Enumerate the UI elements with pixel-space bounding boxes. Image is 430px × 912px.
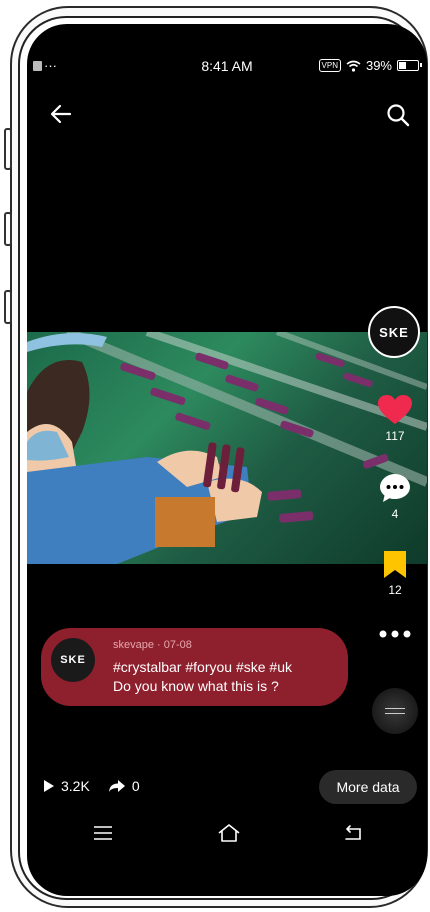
caption-avatar-logo: SKE — [60, 654, 86, 666]
play-icon — [44, 780, 54, 792]
caption-text: #crystalbar #foryou #ske #uk Do you know… — [113, 658, 292, 696]
arrow-left-icon — [50, 104, 72, 124]
music-disc[interactable] — [372, 688, 418, 734]
battery-percent: 39% — [365, 58, 392, 73]
share-count: 0 — [131, 778, 140, 794]
phone-screen: ··· 8:41 AM VPN 39% SKE 117 4 12 SKE ske… — [27, 24, 427, 896]
save-button[interactable]: 12 — [365, 550, 425, 597]
disc-logo-icon — [385, 708, 405, 714]
more-dots-icon — [379, 630, 411, 638]
battery-icon — [397, 60, 422, 71]
comment-button[interactable]: 4 — [365, 472, 425, 521]
like-button[interactable]: 117 — [365, 394, 425, 443]
caption-body: Do you know what this is ? — [113, 678, 279, 694]
comment-count: 4 — [391, 507, 399, 521]
search-icon — [387, 104, 410, 127]
video-player[interactable] — [27, 332, 427, 564]
back-button[interactable] — [47, 100, 75, 128]
comment-icon — [380, 474, 410, 502]
play-count: 3.2K — [61, 778, 90, 794]
wifi-icon — [346, 60, 361, 72]
return-icon[interactable] — [343, 825, 363, 841]
phone-side-button — [4, 128, 12, 170]
more-data-button[interactable]: More data — [319, 770, 417, 804]
status-right: VPN 39% — [318, 58, 422, 73]
status-bar: ··· 8:41 AM VPN 39% — [27, 58, 427, 76]
system-nav-bar — [27, 821, 427, 851]
creator-avatar[interactable]: SKE — [368, 306, 420, 358]
like-count: 117 — [385, 429, 405, 443]
phone-side-button — [4, 212, 12, 246]
phone-side-button — [4, 290, 12, 324]
video-stats: 3.2K 0 — [43, 778, 140, 794]
home-icon[interactable] — [217, 823, 241, 843]
share-arrow-icon — [108, 780, 125, 792]
video-thumbnail — [27, 332, 427, 564]
caption-author-date: skevape · 07-08 — [113, 639, 192, 651]
heart-icon — [378, 395, 412, 424]
creator-logo: SKE — [379, 324, 409, 340]
battery-fill — [399, 62, 406, 69]
vpn-icon: VPN — [318, 59, 341, 72]
bookmark-icon — [384, 551, 406, 578]
caption-avatar[interactable]: SKE — [51, 638, 95, 682]
menu-icon[interactable] — [93, 825, 113, 841]
caption-hashtags[interactable]: #crystalbar #foryou #ske #uk — [113, 658, 292, 677]
caption-bubble[interactable]: SKE skevape · 07-08 #crystalbar #foryou … — [41, 628, 348, 706]
save-count: 12 — [388, 583, 402, 597]
search-button[interactable] — [383, 100, 413, 130]
more-options-button[interactable] — [365, 628, 425, 642]
